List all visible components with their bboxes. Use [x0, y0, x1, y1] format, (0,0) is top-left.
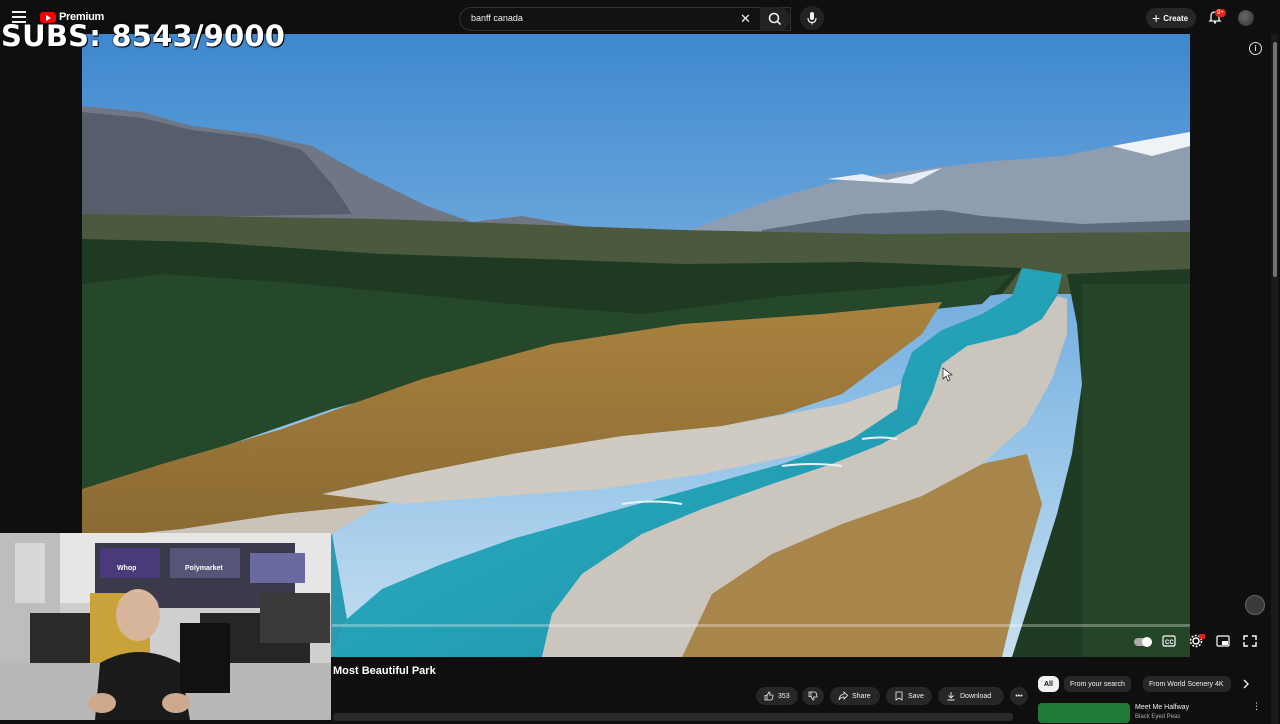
- video-progress-bar[interactable]: [332, 624, 1190, 627]
- svg-text:CC: CC: [1165, 640, 1174, 646]
- globe-icon[interactable]: [1245, 595, 1265, 615]
- chip-from-channel[interactable]: From World Scenery 4K: [1143, 676, 1231, 692]
- subs-counter-overlay: SUBS: 8543/9000: [1, 19, 286, 53]
- search-input[interactable]: [469, 12, 733, 24]
- webcam-overlay: Whop Polymarket: [0, 533, 331, 720]
- captions-icon[interactable]: CC: [1162, 635, 1176, 647]
- video-title: Most Beautiful Park: [333, 665, 436, 677]
- create-button[interactable]: + Create: [1146, 8, 1196, 28]
- chip-from-your-search[interactable]: From your search: [1064, 676, 1131, 692]
- fullscreen-icon[interactable]: [1243, 635, 1257, 647]
- chip-all[interactable]: All: [1038, 676, 1059, 692]
- webcam-feed: Whop Polymarket: [0, 533, 331, 720]
- recommendation-thumbnail[interactable]: [1038, 703, 1130, 723]
- download-label: Download: [960, 692, 992, 700]
- mic-icon: [807, 12, 817, 25]
- more-icon: •••: [1015, 692, 1023, 700]
- close-icon[interactable]: ✕: [740, 12, 751, 25]
- chevron-right-icon[interactable]: [1241, 679, 1251, 689]
- recommendation-channel: Black Eyed Peas: [1135, 714, 1181, 720]
- save-icon: [895, 691, 903, 701]
- share-icon: [838, 691, 848, 701]
- voice-search-button[interactable]: [800, 6, 824, 30]
- more-vert-icon[interactable]: ⋮: [1252, 702, 1261, 711]
- sign-whop: Whop: [117, 565, 136, 572]
- create-label: Create: [1163, 13, 1189, 23]
- player-side-strip: [1190, 34, 1270, 657]
- like-count: 353: [778, 692, 790, 700]
- like-button[interactable]: 353: [756, 687, 798, 705]
- settings-icon[interactable]: [1189, 634, 1205, 648]
- share-label: Share: [852, 692, 871, 700]
- search-button[interactable]: [760, 7, 790, 31]
- autoplay-toggle-icon[interactable]: [1133, 636, 1155, 648]
- notification-badge: 9+: [1215, 9, 1226, 17]
- avatar[interactable]: [1238, 10, 1254, 26]
- like-icon: [764, 691, 774, 701]
- scrollbar-thumb[interactable]: [1273, 42, 1277, 277]
- plus-icon: +: [1152, 10, 1161, 26]
- search-box: ✕: [459, 7, 791, 31]
- info-icon[interactable]: i: [1249, 42, 1262, 55]
- share-button[interactable]: Share: [830, 687, 880, 705]
- download-button[interactable]: Download: [938, 687, 1004, 705]
- miniplayer-icon[interactable]: [1216, 635, 1230, 647]
- dislike-button[interactable]: [802, 687, 824, 705]
- download-icon: [947, 692, 955, 701]
- save-label: Save: [908, 692, 924, 700]
- save-button[interactable]: Save: [886, 687, 932, 705]
- sign-polymarket: Polymarket: [185, 565, 223, 572]
- more-actions-button[interactable]: •••: [1010, 687, 1028, 705]
- dislike-icon: [808, 691, 818, 701]
- recommendation-title[interactable]: Meet Me Halfway: [1135, 704, 1189, 711]
- search-icon: [768, 12, 782, 26]
